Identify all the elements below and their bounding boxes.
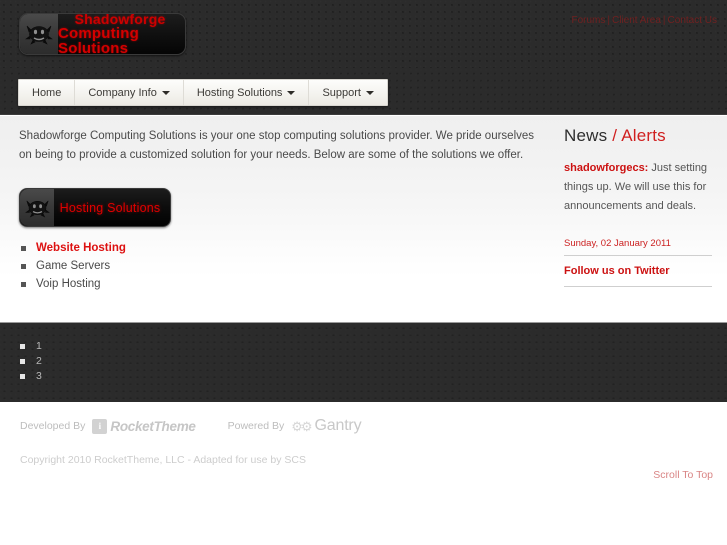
logo-text: Shadowforge Computing Solutions [58, 13, 185, 55]
top-link-contact-us[interactable]: Contact Us [668, 15, 717, 26]
top-link-forums[interactable]: Forums [571, 15, 605, 26]
rocket-theme-mark-icon: i [92, 418, 108, 434]
nav-item-support[interactable]: Support [309, 80, 387, 105]
site-footer: Developed By i RocketTheme Powered By ⚙⚙… [0, 402, 727, 536]
solution-link-website-hosting[interactable]: Website Hosting [36, 240, 126, 257]
scroll-to-top-link[interactable]: Scroll To Top [653, 469, 713, 481]
bullet-square-icon [20, 359, 25, 364]
list-item[interactable]: Game Servers [19, 258, 537, 276]
bullet-square-icon [21, 246, 26, 251]
logo-line-2: Computing Solutions [58, 24, 139, 55]
top-utility-links: Forums | Client Area | Contact Us [571, 15, 717, 26]
rocket-theme-wordmark: RocketTheme [110, 418, 196, 434]
developed-by-label: Developed By [20, 420, 86, 432]
follow-on-twitter-link[interactable]: Follow us on Twitter [564, 265, 712, 287]
chevron-down-icon [287, 90, 296, 95]
powered-by-label: Powered By [227, 420, 285, 432]
crab-emblem-icon [20, 189, 54, 226]
list-item[interactable]: Voip Hosting [19, 276, 537, 294]
gears-icon: ⚙⚙ [291, 418, 312, 434]
gantry-wordmark: Gantry [314, 417, 362, 434]
solution-link-voip-hosting[interactable]: Voip Hosting [36, 276, 101, 293]
sidebar-title-alerts: Alerts [621, 126, 666, 145]
list-item[interactable]: 3 [20, 369, 727, 384]
top-link-client-area[interactable]: Client Area [612, 15, 661, 26]
bottom-list-label-3: 3 [36, 370, 42, 382]
bottom-dark-panel: 1 2 3 [0, 322, 727, 402]
bullet-square-icon [21, 264, 26, 269]
bottom-list-label-2: 2 [36, 355, 42, 367]
sidebar-title-news: News [564, 126, 608, 145]
page-title: News / Alerts [564, 126, 712, 146]
nav-item-hosting-solutions-label: Hosting Solutions [196, 86, 283, 99]
chevron-down-icon [161, 90, 170, 95]
footer-credits: Developed By i RocketTheme Powered By ⚙⚙… [20, 417, 362, 435]
news-alerts-sidebar: News / Alerts shadowforgecs: Just settin… [564, 126, 712, 287]
nav-item-company-info[interactable]: Company Info [75, 80, 184, 105]
tweet-item: shadowforgecs: Just setting things up. W… [564, 159, 712, 216]
tweet-date: Sunday, 02 January 2011 [564, 238, 712, 256]
list-item[interactable]: Website Hosting [19, 240, 537, 258]
site-header: Shadowforge Computing Solutions Forums | C… [0, 0, 727, 68]
hosting-solutions-banner: Hosting Solutions [19, 188, 171, 227]
top-link-separator-2: | [662, 15, 666, 26]
logo-line-1: Shadowforge [74, 13, 166, 27]
nav-item-home-label: Home [32, 86, 62, 99]
navigation-bar-region: Home Company Info Hosting Solutions Supp… [0, 68, 727, 115]
top-link-separator-1: | [607, 15, 610, 26]
main-content-area: Shadowforge Computing Solutions is your … [0, 115, 727, 322]
bullet-square-icon [20, 374, 25, 379]
bullet-square-icon [21, 282, 26, 287]
site-logo[interactable]: Shadowforge Computing Solutions [19, 13, 186, 55]
tweet-handle[interactable]: shadowforgecs: [564, 162, 648, 174]
chevron-down-icon [365, 90, 374, 95]
bottom-panel-list: 1 2 3 [0, 323, 727, 384]
nav-item-home[interactable]: Home [19, 80, 76, 105]
crab-emblem-icon [20, 14, 58, 54]
bottom-list-label-1: 1 [36, 340, 42, 352]
copyright-text: Copyright 2010 RocketTheme, LLC - Adapte… [20, 454, 306, 466]
sidebar-title-slash: / [612, 126, 618, 145]
nav-item-company-info-label: Company Info [88, 86, 157, 99]
primary-content-column: Shadowforge Computing Solutions is your … [19, 127, 537, 294]
list-item[interactable]: 1 [20, 339, 727, 354]
main-navigation: Home Company Info Hosting Solutions Supp… [18, 79, 388, 106]
bullet-square-icon [20, 344, 25, 349]
list-item[interactable]: 2 [20, 354, 727, 369]
nav-item-hosting-solutions[interactable]: Hosting Solutions [184, 80, 310, 105]
solution-link-game-servers[interactable]: Game Servers [36, 258, 110, 275]
nav-item-support-label: Support [322, 86, 361, 99]
rocket-theme-logo[interactable]: i RocketTheme [92, 418, 196, 434]
hosting-solutions-banner-title: Hosting Solutions [59, 200, 161, 215]
solutions-list: Website Hosting Game Servers Voip Hostin… [19, 240, 537, 294]
intro-paragraph: Shadowforge Computing Solutions is your … [19, 130, 535, 161]
gantry-logo[interactable]: ⚙⚙ Gantry [291, 417, 361, 435]
